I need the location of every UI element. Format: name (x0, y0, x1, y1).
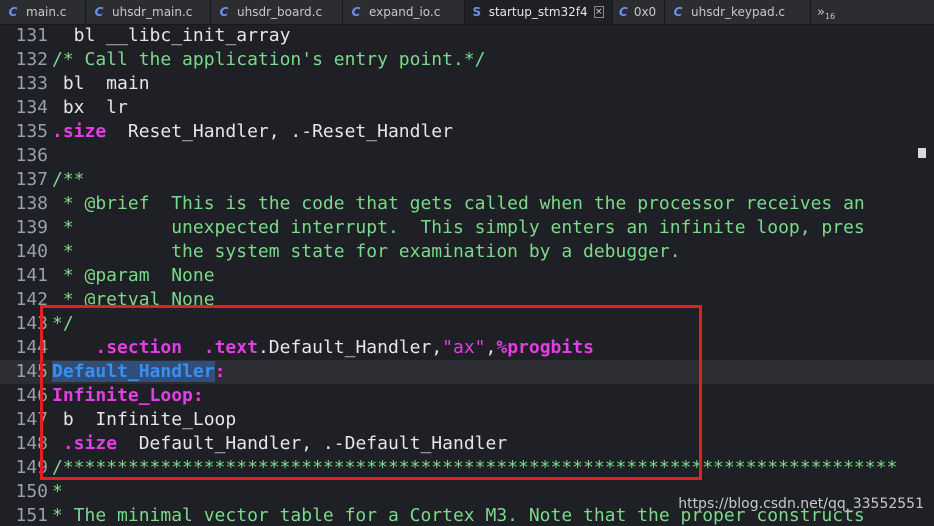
code-line[interactable]: 131 bl __libc_init_array (0, 24, 934, 48)
code-line[interactable]: 139 * unexpected interrupt. This simply … (0, 216, 934, 240)
code-line[interactable]: 135 .size Reset_Handler, .-Reset_Handler (0, 120, 934, 144)
scroll-marker[interactable] (918, 148, 926, 158)
close-tab-icon[interactable]: × (593, 6, 604, 18)
line-number: 136 (15, 145, 48, 166)
code-token: * the system state for examination by a … (52, 241, 681, 262)
c-file-icon: C (219, 5, 229, 19)
line-code: * @param None (52, 264, 215, 288)
line-code: bx lr (52, 96, 128, 120)
tab-label: 0x0 (633, 5, 657, 19)
tab-uhsdr-main-c[interactable]: Cuhsdr_main.c (86, 0, 211, 24)
line-code: /** (52, 168, 85, 192)
c-file-icon: C (351, 5, 361, 19)
c-file-icon: C (8, 5, 18, 19)
code-token: /* Call the application's entry point.*/ (52, 49, 486, 70)
tab-bar: Cmain.c Cuhsdr_main.c Cuhsdr_board.c Cexpan… (0, 0, 934, 25)
line-code: * (52, 480, 63, 504)
code-token: Reset_Handler, .-Reset_Handler (106, 121, 453, 142)
tab-label: main.c (26, 5, 67, 19)
c-file-icon: C (619, 5, 628, 19)
code-token: * @param None (52, 265, 215, 286)
code-token: .size (52, 121, 107, 142)
code-line[interactable]: 136 (0, 144, 934, 168)
tab-main-c[interactable]: Cmain.c (0, 0, 86, 24)
asm-file-icon: S (472, 5, 482, 19)
code-token: * (52, 481, 63, 502)
tab-uhsdr-board-c[interactable]: Cuhsdr_board.c (211, 0, 343, 24)
code-line[interactable]: 137/** (0, 168, 934, 192)
line-number: 131 (15, 25, 48, 46)
line-number: 151 (15, 505, 48, 526)
line-number: 133 (15, 73, 48, 94)
tab-overflow-button[interactable]: » 16 (811, 0, 843, 24)
line-code: bl __libc_init_array (52, 24, 291, 48)
tab-label: expand_io.c (369, 5, 441, 19)
line-number: 132 (15, 49, 48, 70)
code-token: bx lr (52, 97, 128, 118)
code-token: bl __libc_init_array (52, 25, 291, 46)
line-number: 139 (15, 217, 48, 238)
code-token: /** (52, 169, 85, 190)
code-line[interactable]: 141 * @param None (0, 264, 934, 288)
line-number: 138 (15, 193, 48, 214)
tab-0x0[interactable]: C 0x0 (613, 0, 665, 24)
line-code: /* Call the application's entry point.*/ (52, 48, 485, 72)
c-file-icon: C (673, 5, 683, 19)
annotation-highlight-box (40, 305, 702, 480)
tab-label: uhsdr_main.c (112, 5, 193, 19)
line-number: 150 (15, 481, 48, 502)
code-token: * @brief This is the code that gets call… (52, 193, 865, 214)
line-number: 134 (15, 97, 48, 118)
tab-expand-io-c[interactable]: Cexpand_io.c (343, 0, 465, 24)
tab-label: uhsdr_board.c (237, 5, 323, 19)
code-token: * unexpected interrupt. This simply ente… (52, 217, 865, 238)
c-file-icon: C (94, 5, 104, 19)
code-line[interactable]: 134 bx lr (0, 96, 934, 120)
code-line[interactable]: 138 * @brief This is the code that gets … (0, 192, 934, 216)
tab-label: startup_stm32f4 (488, 5, 588, 19)
line-code: .size Reset_Handler, .-Reset_Handler (52, 120, 453, 144)
chevron-double-right-icon: » (817, 4, 825, 20)
tab-uhsdr-keypad-c[interactable]: Cuhsdr_keypad.c (665, 0, 811, 24)
tab-startup-stm32f4[interactable]: Sstartup_stm32f4 × (465, 0, 613, 24)
line-code: * @brief This is the code that gets call… (52, 192, 865, 216)
tab-overflow-count: 16 (824, 11, 836, 21)
code-line[interactable]: 132/* Call the application's entry point… (0, 48, 934, 72)
tab-label: uhsdr_keypad.c (691, 5, 786, 19)
line-number: 137 (15, 169, 48, 190)
line-number: 135 (15, 121, 48, 142)
line-number: 141 (15, 265, 48, 286)
watermark: https://blog.csdn.net/qq_33552551 (678, 496, 924, 512)
code-line[interactable]: 133 bl main (0, 72, 934, 96)
code-token: bl main (52, 73, 150, 94)
line-number: 140 (15, 241, 48, 262)
code-line[interactable]: 140 * the system state for examination b… (0, 240, 934, 264)
line-code: bl main (52, 72, 150, 96)
line-code: * unexpected interrupt. This simply ente… (52, 216, 865, 240)
line-code: * the system state for examination by a … (52, 240, 681, 264)
